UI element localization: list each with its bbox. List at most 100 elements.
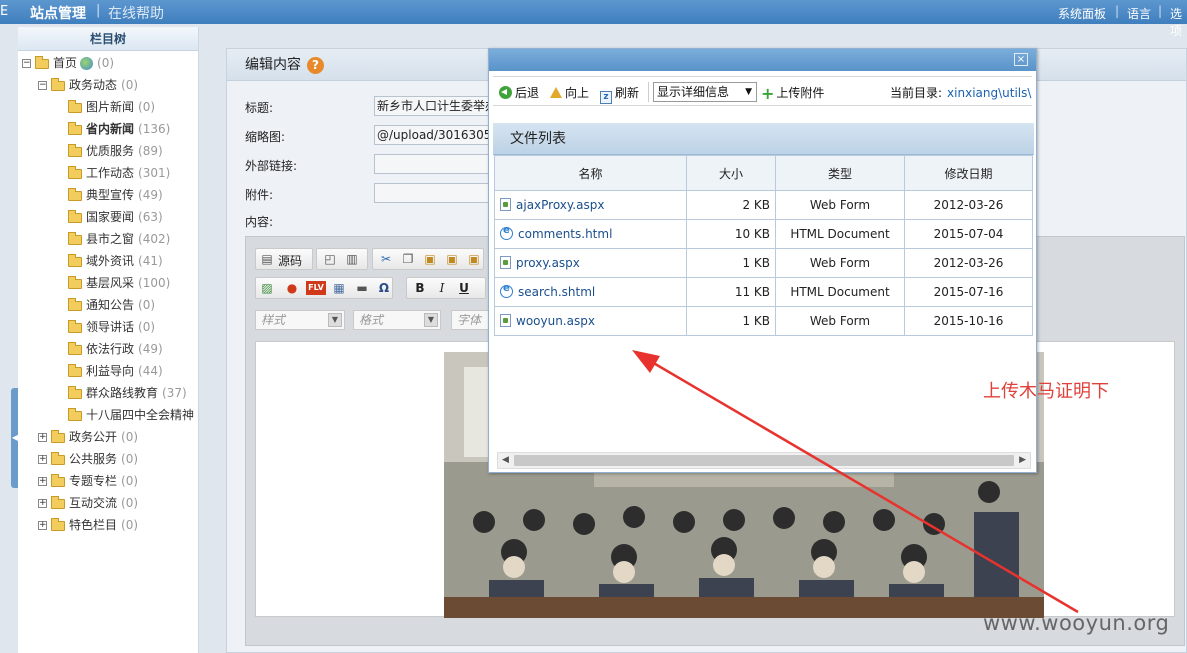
online-help-link[interactable]: 在线帮助 xyxy=(108,3,164,23)
tree-label[interactable]: 首页 xyxy=(53,56,77,70)
file-name[interactable]: proxy.aspx xyxy=(516,256,580,270)
tree-label[interactable]: 公共服务 xyxy=(69,452,117,466)
tree-node-collapsed[interactable]: + 政务公开 (0) xyxy=(38,427,138,447)
tree-node-child[interactable]: 基层风采 (100) xyxy=(68,273,170,293)
tree-label[interactable]: 依法行政 xyxy=(86,342,134,356)
file-name-cell[interactable]: comments.html xyxy=(494,219,687,249)
back-button[interactable]: 后退 xyxy=(499,84,539,101)
tree-node-gov-news[interactable]: − 政务动态 (0) xyxy=(38,75,138,95)
tree-node-child[interactable]: 县市之窗 (402) xyxy=(68,229,170,249)
preview-icon[interactable]: ◰ xyxy=(323,252,337,266)
file-name[interactable]: ajaxProxy.aspx xyxy=(516,198,604,212)
table-row[interactable]: wooyun.aspx 1 KB Web Form 2015-10-16 xyxy=(494,306,1033,336)
help-icon[interactable]: ? xyxy=(307,56,324,74)
tree-node-child[interactable]: 利益导向 (44) xyxy=(68,361,163,381)
tree-label[interactable]: 领导讲话 xyxy=(86,320,134,334)
tree-label[interactable]: 利益导向 xyxy=(86,364,134,378)
options-link[interactable]: 选项 xyxy=(1170,5,1187,39)
tree-node-collapsed[interactable]: + 公共服务 (0) xyxy=(38,449,138,469)
style-combo[interactable]: 样式 ▼ xyxy=(255,310,345,330)
scroll-right-icon[interactable]: ▶ xyxy=(1019,455,1026,465)
tree-node-child[interactable]: 领导讲话 (0) xyxy=(68,317,155,337)
file-name-cell[interactable]: search.shtml xyxy=(494,277,687,307)
tree-label[interactable]: 基层风采 xyxy=(86,276,134,290)
image-icon[interactable]: ▨ xyxy=(260,281,274,295)
special-char-icon[interactable]: Ω xyxy=(377,281,391,295)
column-header-name[interactable]: 名称 xyxy=(494,155,687,191)
source-icon[interactable]: ▤ xyxy=(260,252,274,266)
title-field[interactable]: 新乡市人口计生委举办 xyxy=(374,96,490,116)
flash-icon[interactable]: ● xyxy=(285,281,299,295)
cut-icon[interactable]: ✂ xyxy=(379,252,393,266)
expand-icon[interactable]: + xyxy=(38,477,47,486)
tree-label[interactable]: 国家要闻 xyxy=(86,210,134,224)
template-icon[interactable]: ▥ xyxy=(345,252,359,266)
tree-node-child[interactable]: 图片新闻 (0) xyxy=(68,97,155,117)
tree-node-child[interactable]: 优质服务 (89) xyxy=(68,141,163,161)
dialog-titlebar[interactable]: × xyxy=(489,49,1036,71)
tree-node-child[interactable]: 国家要闻 (63) xyxy=(68,207,163,227)
tree-label[interactable]: 优质服务 xyxy=(86,144,134,158)
horizontal-rule-icon[interactable]: ▬ xyxy=(355,281,369,295)
tree-node-collapsed[interactable]: + 互动交流 (0) xyxy=(38,493,138,513)
underline-button[interactable]: U xyxy=(457,281,471,295)
tree-node-child[interactable]: 通知公告 (0) xyxy=(68,295,155,315)
refresh-button[interactable]: z 刷新 xyxy=(600,84,639,104)
table-row[interactable]: ajaxProxy.aspx 2 KB Web Form 2012-03-26 xyxy=(494,190,1033,220)
upload-attachment-button[interactable]: + 上传附件 xyxy=(761,84,824,102)
tree-label[interactable]: 省内新闻 xyxy=(86,122,134,136)
file-name-cell[interactable]: ajaxProxy.aspx xyxy=(494,190,687,220)
file-name-cell[interactable]: wooyun.aspx xyxy=(494,306,687,336)
tree-node-child[interactable]: 工作动态 (301) xyxy=(68,163,170,183)
table-icon[interactable]: ▦ xyxy=(332,281,346,295)
tree-label[interactable]: 政务动态 xyxy=(69,78,117,92)
tree-node-child[interactable]: 依法行政 (49) xyxy=(68,339,163,359)
tree-label[interactable]: 互动交流 xyxy=(69,496,117,510)
tree-label[interactable]: 专题专栏 xyxy=(69,474,117,488)
expand-icon[interactable]: + xyxy=(38,433,47,442)
flv-icon[interactable]: FLV xyxy=(306,281,326,295)
tree-node-home[interactable]: − 首页 (0) xyxy=(22,53,114,73)
format-combo[interactable]: 格式 ▼ xyxy=(353,310,441,330)
bold-button[interactable]: B xyxy=(413,281,427,295)
collapse-icon[interactable]: − xyxy=(22,59,31,68)
copy-icon[interactable]: ❐ xyxy=(401,252,415,266)
tree-node-child[interactable]: 典型宣传 (49) xyxy=(68,185,163,205)
language-link[interactable]: 语言 xyxy=(1127,5,1151,22)
tree-node-collapsed[interactable]: + 专题专栏 (0) xyxy=(38,471,138,491)
scroll-left-icon[interactable]: ◀ xyxy=(502,455,509,465)
tree-label[interactable]: 域外资讯 xyxy=(86,254,134,268)
tree-label[interactable]: 特色栏目 xyxy=(69,518,117,532)
tree-label[interactable]: 政务公开 xyxy=(69,430,117,444)
tree-label[interactable]: 群众路线教育 xyxy=(86,386,158,400)
collapse-icon[interactable]: − xyxy=(38,81,47,90)
file-name[interactable]: search.shtml xyxy=(518,285,595,299)
expand-icon[interactable]: + xyxy=(38,499,47,508)
paste-text-icon[interactable]: ▣ xyxy=(445,252,459,266)
site-admin-title[interactable]: 站点管理 xyxy=(30,3,86,23)
tree-label[interactable]: 工作动态 xyxy=(86,166,134,180)
tree-label[interactable]: 图片新闻 xyxy=(86,100,134,114)
tree-node-child[interactable]: 十八届四中全会精神 xyxy=(68,405,199,425)
table-row[interactable]: search.shtml 11 KB HTML Document 2015-07… xyxy=(494,277,1033,307)
expand-icon[interactable]: + xyxy=(38,455,47,464)
view-mode-select[interactable]: 显示详细信息 ▼ xyxy=(653,82,757,102)
column-header-type[interactable]: 类型 xyxy=(775,155,905,191)
tree-node-child[interactable]: 域外资讯 (41) xyxy=(68,251,163,271)
table-row[interactable]: comments.html 10 KB HTML Document 2015-0… xyxy=(494,219,1033,249)
up-button[interactable]: 向上 xyxy=(550,84,589,101)
file-name-cell[interactable]: proxy.aspx xyxy=(494,248,687,278)
external-link-field[interactable] xyxy=(374,154,490,174)
file-name[interactable]: wooyun.aspx xyxy=(516,314,595,328)
paste-word-icon[interactable]: ▣ xyxy=(467,252,481,266)
tree-label[interactable]: 县市之窗 xyxy=(86,232,134,246)
attachment-field[interactable] xyxy=(374,183,490,203)
tree-node-collapsed[interactable]: + 特色栏目 (0) xyxy=(38,515,138,535)
file-name[interactable]: comments.html xyxy=(518,227,612,241)
tree-label[interactable]: 通知公告 xyxy=(86,298,134,312)
thumbnail-field[interactable]: @/upload/301630544 xyxy=(374,125,490,145)
font-combo[interactable]: 字体 xyxy=(451,310,491,330)
close-icon[interactable]: × xyxy=(1014,53,1028,66)
paste-icon[interactable]: ▣ xyxy=(423,252,437,266)
table-row[interactable]: proxy.aspx 1 KB Web Form 2012-03-26 xyxy=(494,248,1033,278)
